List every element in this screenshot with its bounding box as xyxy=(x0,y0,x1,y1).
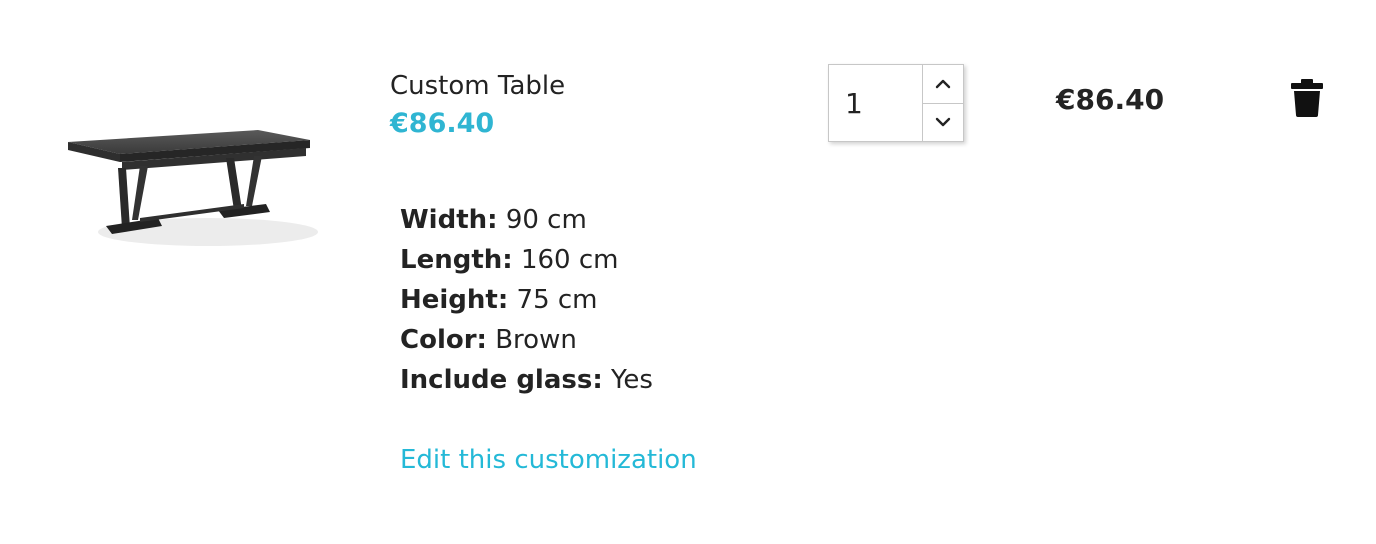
cart-line-item: Custom Table €86.40 Width: 90 cm Length:… xyxy=(0,0,1376,544)
attribute-row-height: Height: 75 cm xyxy=(400,280,697,320)
product-name-link[interactable]: Custom Table xyxy=(390,68,565,104)
quantity-decrease-button[interactable] xyxy=(923,104,963,142)
chevron-up-icon xyxy=(935,79,951,88)
attribute-label: Length: xyxy=(400,245,513,275)
product-image[interactable] xyxy=(58,100,320,260)
quantity-stepper xyxy=(828,64,964,142)
chevron-down-icon xyxy=(935,118,951,127)
attribute-label: Height: xyxy=(400,285,509,315)
product-info: Custom Table €86.40 xyxy=(390,68,565,144)
attribute-row-length: Length: 160 cm xyxy=(400,240,697,280)
quantity-buttons xyxy=(923,65,963,141)
quantity-input[interactable] xyxy=(829,65,923,141)
attribute-label: Color: xyxy=(400,325,487,355)
product-unit-price: €86.40 xyxy=(390,108,495,139)
customization-details: Width: 90 cm Length: 160 cm Height: 75 c… xyxy=(400,200,697,480)
attribute-value: 90 cm xyxy=(505,205,587,235)
quantity-increase-button[interactable] xyxy=(923,65,963,104)
attribute-row-include-glass: Include glass: Yes xyxy=(400,360,697,400)
attribute-row-width: Width: 90 cm xyxy=(400,200,697,240)
attribute-label: Include glass: xyxy=(400,365,603,395)
attribute-label: Width: xyxy=(400,205,498,235)
line-total-price: €86.40 xyxy=(1056,83,1165,116)
attribute-value: 160 cm xyxy=(520,245,619,275)
attribute-value: Brown xyxy=(495,325,577,355)
edit-customization-link[interactable]: Edit this customization xyxy=(400,440,697,480)
attribute-value: Yes xyxy=(611,365,653,395)
attribute-row-color: Color: Brown xyxy=(400,320,697,360)
trash-icon xyxy=(1291,79,1323,117)
attribute-value: 75 cm xyxy=(516,285,598,315)
remove-item-button[interactable] xyxy=(1290,78,1324,118)
